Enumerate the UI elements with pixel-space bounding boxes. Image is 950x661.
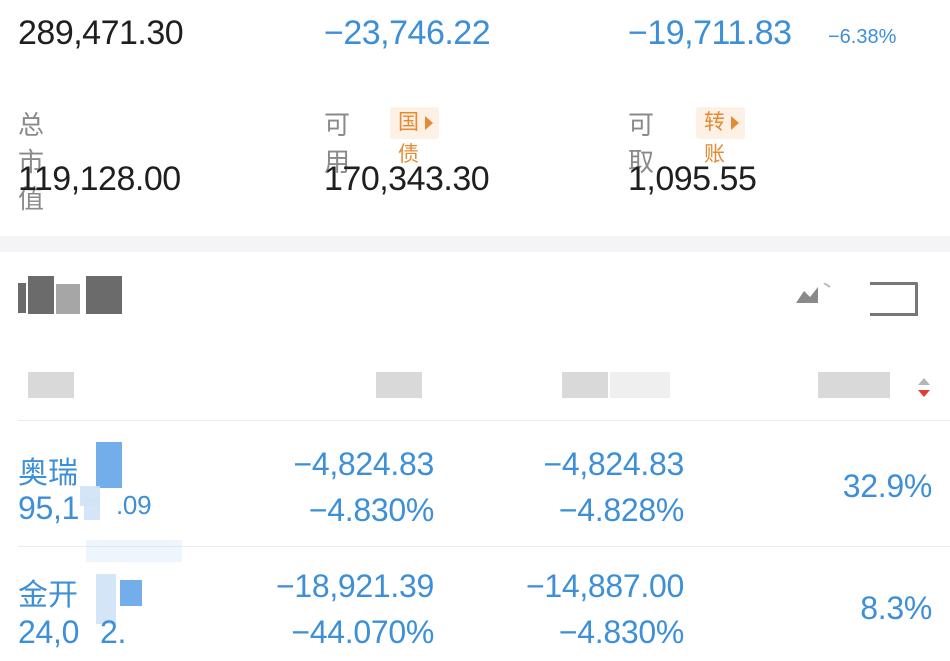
floating-pl-amount: −18,921.39 [275,568,434,604]
summary-top-row: 289,471.30 −23,746.22 −19,711.83 −6.38% [0,0,950,70]
floating-pl-pct: −44.070% [291,614,434,650]
position-value: 95,1 [18,490,80,526]
arrow-right-icon [731,116,739,130]
position-weight: 32.9% [842,468,933,504]
redacted-value-block [84,498,100,520]
bond-tag-label: 国债 [398,111,419,166]
fullscreen-icon[interactable] [870,282,918,316]
position-weight: 8.3% [860,590,932,626]
daily-pl-pct: −4.828% [558,492,684,528]
redacted-title-block [18,283,26,313]
transfer-tag-label: 转账 [704,111,725,166]
column-header-daily-pl[interactable] [562,372,608,398]
row-separator [18,420,950,421]
redacted-name-block [86,540,182,562]
redacted-title-block [56,284,80,314]
redacted-name-block [96,442,122,488]
arrow-right-icon [425,116,433,130]
sort-icon[interactable] [916,376,932,400]
market-value: 119,128.00 [18,160,181,198]
daily-pl-amount: −14,887.00 [525,568,684,604]
column-header-weight[interactable] [818,372,890,398]
floating-pl-value: −23,746.22 [324,14,491,52]
position-name: 金开 [18,579,78,612]
position-name: 奥瑞 [18,457,78,490]
column-header-floating-pl[interactable] [376,372,422,398]
daily-pl-pct: −6.38% [828,26,897,48]
redacted-title-block [86,276,122,314]
chart-icon[interactable] [796,283,832,303]
daily-pl-value: −19,711.83 [628,14,792,52]
position-value-tail: .09 [116,490,152,520]
daily-pl-amount: −4,824.83 [543,446,684,482]
redacted-title-block [28,276,54,314]
available-value: 170,343.30 [324,160,490,198]
total-assets-value: 289,471.30 [18,14,184,52]
bond-tag-button[interactable]: 国债 [390,107,439,166]
section-divider [0,236,950,252]
floating-pl-pct: −4.830% [308,492,434,528]
daily-pl-pct: −4.830% [558,614,684,650]
floating-pl-amount: −4,824.83 [293,446,434,482]
column-header-name[interactable] [28,372,74,398]
position-value: 24,0 [18,614,80,650]
transfer-tag-button[interactable]: 转账 [696,107,745,166]
redacted-name-block [120,580,142,606]
column-header-daily-pl-ext [610,372,670,398]
position-value-tail: 2. [100,614,127,650]
withdrawable-value: 1,095.55 [628,160,757,198]
